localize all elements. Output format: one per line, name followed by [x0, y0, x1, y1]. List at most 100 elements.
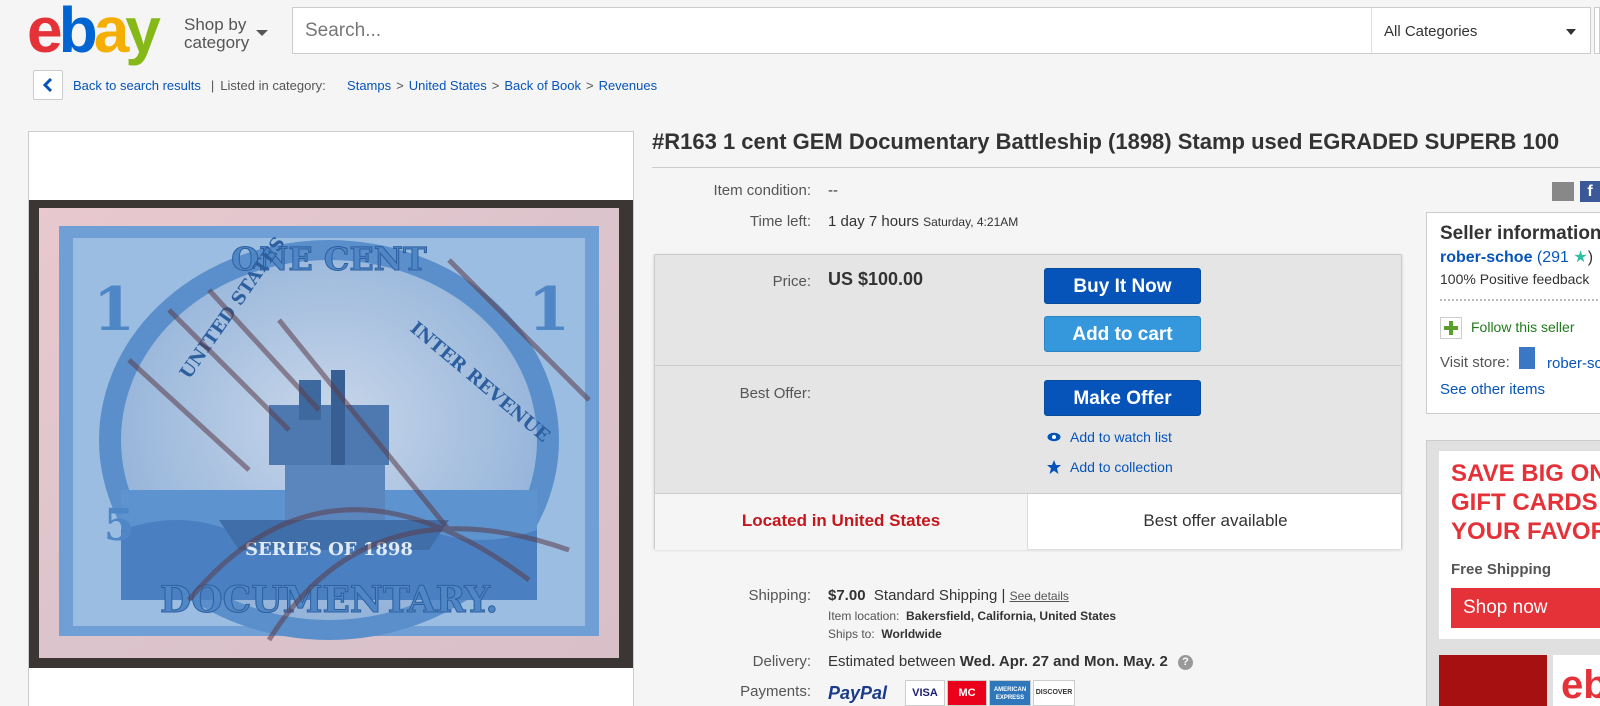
logo-letter-e: e	[27, 0, 63, 66]
follow-seller-plus-icon[interactable]	[1440, 317, 1462, 339]
visit-store-label: Visit store:	[1440, 354, 1510, 371]
payments-label: Payments:	[740, 683, 811, 700]
ships-to: Ships to: Worldwide	[828, 627, 942, 641]
breadcrumb: Back to search results | Listed in categor…	[73, 78, 657, 93]
logo-letter-y: y	[125, 0, 161, 66]
shop-by-line2: category	[184, 33, 250, 52]
delivery-estimate: Estimated between Wed. Apr. 27 and Mon. …	[828, 653, 1194, 670]
visa-logo: VISA	[905, 680, 945, 706]
buy-it-now-button[interactable]: Buy It Now	[1044, 268, 1201, 304]
buy-box-divider	[655, 365, 1401, 366]
ad-panel[interactable]: SAVE BIG ON GIFT CARDS YOUR FAVOR Free S…	[1426, 440, 1600, 706]
ebay-ad-logo: eb	[1553, 655, 1600, 706]
seller-score-link[interactable]: 291	[1542, 249, 1569, 266]
pepper-image	[1439, 655, 1547, 706]
chevron-down-icon[interactable]	[256, 30, 268, 36]
search-input[interactable]	[293, 8, 1371, 53]
breadcrumb-item-stamps[interactable]: Stamps	[347, 78, 391, 93]
stamp-image: ONE CENT 1 1 5 UNITED STATES INTER REVEN…	[39, 208, 619, 658]
amex-logo: AMERICAN EXPRESS	[989, 680, 1031, 706]
email-share-icon[interactable]	[1552, 182, 1574, 201]
facebook-share-icon[interactable]: f	[1580, 181, 1600, 202]
category-select[interactable]: All Categories	[1371, 7, 1591, 54]
gift-card-ad[interactable]: SAVE BIG ON GIFT CARDS YOUR FAVOR Free S…	[1439, 451, 1600, 639]
ad-headline: SAVE BIG ON GIFT CARDS YOUR FAVOR	[1451, 460, 1600, 545]
buy-box-footer: Located in United States Best offer avai…	[655, 493, 1401, 550]
see-other-items-link[interactable]: See other items	[1440, 381, 1545, 398]
seller-info-panel: Seller information rober-schoe (291 ★) 1…	[1426, 212, 1600, 414]
ships-to-label: Ships to:	[828, 627, 875, 641]
store-name-link[interactable]: rober-schoe	[1547, 355, 1600, 372]
follow-seller-link[interactable]: Follow this seller	[1471, 319, 1574, 335]
item-location-badge: Located in United States	[655, 494, 1028, 550]
best-offer-label: Best Offer:	[739, 385, 811, 402]
help-icon[interactable]: ?	[1178, 655, 1194, 670]
breadcrumb-item-revenues[interactable]: Revenues	[599, 78, 658, 93]
shop-by-line1: Shop by	[184, 15, 247, 34]
star-icon: ★	[1573, 249, 1588, 266]
time-left-end: Saturday, 4:21AM	[923, 215, 1019, 229]
title-divider	[652, 167, 1600, 168]
search-button[interactable]	[1594, 7, 1600, 54]
ships-to-value: Worldwide	[881, 627, 942, 641]
breadcrumb-item-back-of-book[interactable]: Back of Book	[504, 78, 581, 93]
breadcrumb-divider: |	[210, 78, 215, 93]
time-left-label: Time left:	[749, 213, 811, 230]
stamp-corner-right: 1	[528, 275, 570, 345]
stamp-corner-alt: 5	[104, 500, 135, 551]
item-location-value: Bakersfield, California, United States	[906, 609, 1117, 623]
shop-now-button[interactable]: Shop now	[1451, 588, 1600, 628]
seller-feedback: 100% Positive feedback	[1440, 271, 1590, 287]
seller-info-title: Seller information	[1440, 223, 1600, 244]
breadcrumb-separator: >	[585, 78, 594, 93]
add-to-collection-link[interactable]: Add to collection	[1070, 459, 1173, 475]
delivery-prefix: Estimated between	[828, 653, 956, 670]
item-location: Item location: Bakersfield, California, …	[828, 609, 1116, 623]
eye-icon	[1047, 432, 1061, 442]
add-to-watch-list-link[interactable]: Add to watch list	[1070, 429, 1172, 445]
shipping-label: Shipping:	[748, 587, 811, 604]
mastercard-logo: MC	[947, 680, 987, 706]
back-button[interactable]	[33, 70, 63, 100]
ad-free-shipping: Free Shipping	[1451, 561, 1552, 578]
shop-by-category[interactable]: Shop by category	[184, 16, 249, 52]
chevron-down-icon	[1566, 29, 1576, 35]
chevron-left-icon	[42, 78, 53, 92]
plus-icon	[1444, 321, 1458, 335]
see-details-link[interactable]: See details	[1010, 589, 1069, 603]
delivery-label: Delivery:	[752, 653, 811, 670]
shipping-summary: $7.00 Standard Shipping | See details	[828, 587, 1069, 604]
seller-divider	[1440, 299, 1600, 301]
price-value: US $100.00	[828, 269, 924, 289]
price-label: Price:	[772, 273, 811, 290]
discover-logo: DISCOVER	[1033, 680, 1075, 706]
seller-name-row: rober-schoe (291 ★)	[1440, 247, 1593, 267]
breadcrumb-item-united-states[interactable]: United States	[409, 78, 487, 93]
listed-in-label: Listed in category:	[220, 78, 326, 93]
store-icon	[1519, 347, 1535, 369]
breadcrumb-separator: >	[396, 78, 404, 93]
back-to-results-link[interactable]: Back to search results	[73, 78, 201, 93]
delivery-dates: Wed. Apr. 27 and Mon. May. 2	[959, 653, 1168, 670]
breadcrumb-separator: >	[491, 78, 500, 93]
category-selected-label: All Categories	[1384, 23, 1478, 40]
seller-name-link[interactable]: rober-schoe	[1440, 249, 1532, 266]
time-left-value: 1 day 7 hours	[828, 213, 919, 230]
item-image-panel: ONE CENT 1 1 5 UNITED STATES INTER REVEN…	[28, 131, 634, 706]
item-location-label: Item location:	[828, 609, 900, 623]
make-offer-button[interactable]: Make Offer	[1044, 380, 1201, 416]
logo-letter-b: b	[58, 0, 98, 66]
ebay-logo[interactable]: ebay	[27, 0, 161, 66]
add-to-cart-button[interactable]: Add to cart	[1044, 316, 1201, 352]
star-icon	[1047, 460, 1061, 474]
item-title: #R163 1 cent GEM Documentary Battleship …	[652, 129, 1560, 154]
buy-box: Price: US $100.00 Buy It Now Add to cart…	[654, 254, 1402, 550]
seller-score-close: )	[1587, 249, 1594, 266]
shipping-method: Standard Shipping |	[873, 587, 1006, 604]
item-image[interactable]: ONE CENT 1 1 5 UNITED STATES INTER REVEN…	[29, 200, 633, 668]
stamp-bottom-text: DOCUMENTARY.	[160, 579, 498, 621]
paypal-logo: PayPal	[828, 683, 888, 703]
shipping-cost: $7.00	[828, 587, 866, 604]
search-box	[292, 7, 1372, 54]
stamp-corner-left: 1	[93, 275, 135, 345]
